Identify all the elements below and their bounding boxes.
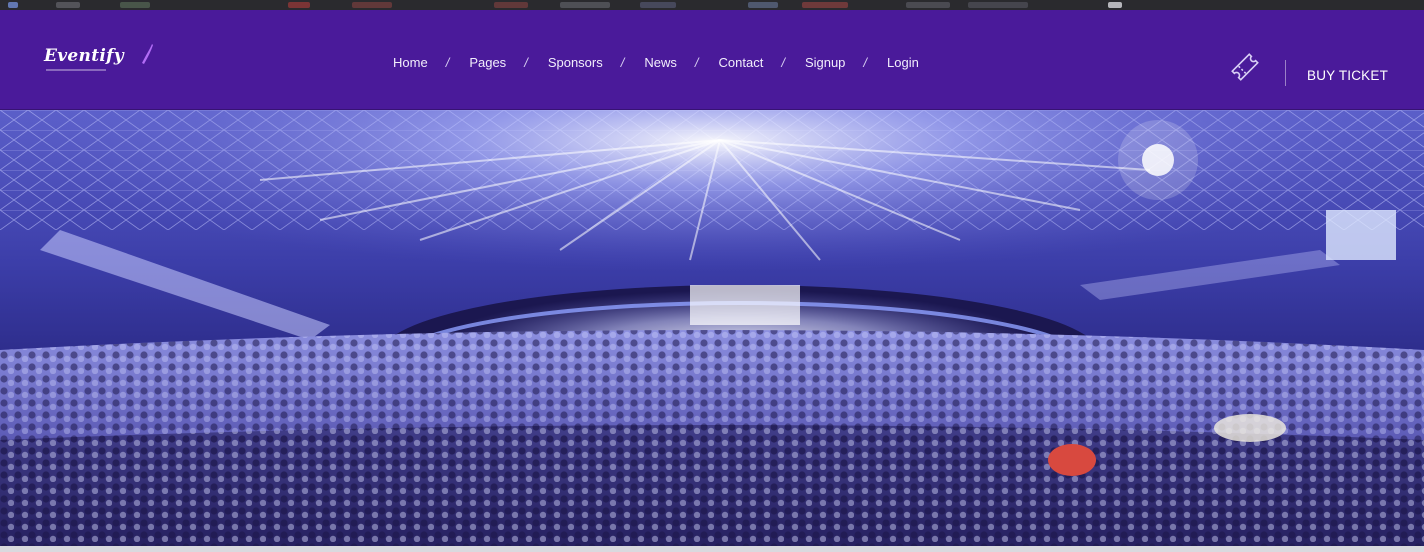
nav-separator: /: [863, 54, 868, 70]
page-bottom-edge: [0, 546, 1424, 552]
browser-bookmarks-bar: [0, 0, 1424, 10]
bookmark-icon[interactable]: [1108, 2, 1122, 8]
bookmark-icon[interactable]: [802, 2, 848, 8]
nav-login[interactable]: Login: [887, 55, 919, 70]
main-nav: Home / Pages / Sponsors / News / Contact…: [393, 52, 919, 72]
nav-pages[interactable]: Pages: [469, 55, 506, 70]
bookmark-icon[interactable]: [906, 2, 950, 8]
nav-separator: /: [694, 54, 699, 70]
nav-signup[interactable]: Signup: [805, 55, 845, 70]
bookmark-icon[interactable]: [560, 2, 610, 8]
nav-separator: /: [620, 54, 625, 70]
nav-news[interactable]: News: [644, 55, 677, 70]
cta-divider: [1285, 60, 1286, 86]
logo-tagline: [46, 69, 106, 71]
site-logo[interactable]: Eventify: [44, 44, 153, 80]
nav-sponsors[interactable]: Sponsors: [548, 55, 603, 70]
nav-separator: /: [445, 54, 450, 70]
nav-separator: /: [524, 54, 528, 70]
stadium-concert-image: [0, 110, 1424, 546]
bookmark-icon[interactable]: [748, 2, 778, 8]
nav-home[interactable]: Home: [393, 55, 428, 70]
site-header: Eventify Home / Pages / Sponsors / News …: [0, 10, 1424, 110]
logo-brush-icon: [142, 44, 153, 64]
logo-text: Eventify: [44, 46, 124, 66]
bookmark-icon[interactable]: [640, 2, 676, 8]
bookmark-icon[interactable]: [968, 2, 1028, 8]
ticket-icon[interactable]: [1228, 50, 1262, 84]
nav-contact[interactable]: Contact: [719, 55, 764, 70]
bookmark-icon[interactable]: [120, 2, 150, 8]
buy-ticket-button[interactable]: BUY TICKET: [1307, 68, 1388, 83]
bookmark-icon[interactable]: [494, 2, 528, 8]
bookmark-icon[interactable]: [352, 2, 392, 8]
bookmark-icon[interactable]: [288, 2, 310, 8]
nav-separator: /: [781, 54, 785, 70]
hero-stadium-image: [0, 110, 1424, 546]
bookmark-icon[interactable]: [56, 2, 80, 8]
bookmark-icon[interactable]: [8, 2, 18, 8]
